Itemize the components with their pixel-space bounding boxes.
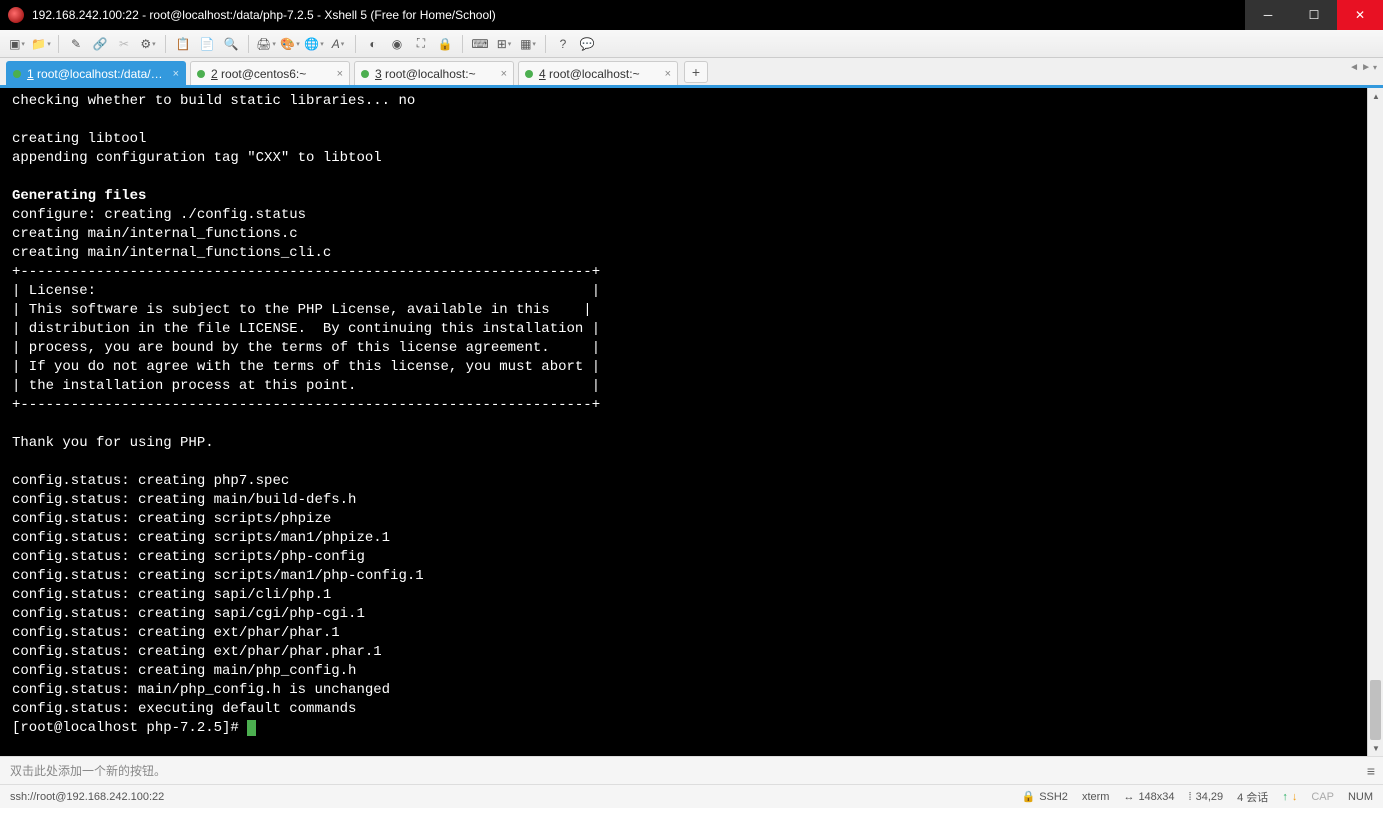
print-button[interactable]: 🖨▾ — [255, 33, 277, 55]
encoding-button[interactable]: 🌐▾ — [303, 33, 325, 55]
scroll-down-button[interactable]: ▼ — [1368, 740, 1383, 756]
terminal-area: checking whether to build static librari… — [0, 86, 1383, 756]
tab-close-button[interactable]: × — [501, 68, 507, 80]
status-sessions: 4 会话 — [1237, 789, 1268, 805]
status-position: ⁞34,29 — [1189, 791, 1224, 803]
scroll-up-button[interactable]: ▲ — [1368, 88, 1383, 104]
window-title: 192.168.242.100:22 - root@localhost:/dat… — [32, 8, 1245, 22]
upload-icon: ↑ — [1282, 791, 1288, 803]
size-icon: ↔ — [1123, 791, 1134, 803]
tab-close-button[interactable]: × — [173, 68, 179, 80]
paste-button[interactable]: 📄 — [196, 33, 218, 55]
scroll-thumb[interactable] — [1370, 680, 1381, 740]
tab-label: 2 root@centos6:~ — [211, 67, 333, 81]
tab-close-button[interactable]: × — [665, 68, 671, 80]
font-button[interactable]: A▾ — [327, 33, 349, 55]
tab-menu-icon[interactable]: ▾ — [1373, 63, 1377, 72]
status-term: xterm — [1082, 791, 1110, 803]
status-protocol: 🔒SSH2 — [1021, 790, 1067, 803]
quickbar-hint: 双击此处添加一个新的按钮。 — [10, 762, 166, 779]
terminal-heading: Generating files — [12, 188, 146, 204]
status-connection: ssh://root@192.168.242.100:22 — [10, 791, 1007, 803]
maximize-button[interactable]: ☐ — [1291, 0, 1337, 30]
session-tab-4[interactable]: 4 root@localhost:~ × — [518, 61, 678, 85]
tab-next-icon[interactable]: ► — [1361, 62, 1371, 73]
disconnect-button[interactable]: ✂ — [113, 33, 135, 55]
find-button[interactable]: 🔍 — [220, 33, 242, 55]
fullscreen-button[interactable]: ⛶ — [410, 33, 432, 55]
highlight-button[interactable]: ✎ — [65, 33, 87, 55]
lock-button[interactable]: 🔒 — [434, 33, 456, 55]
connection-status-icon — [13, 70, 21, 78]
download-icon: ↓ — [1292, 791, 1298, 803]
connection-status-icon — [525, 70, 533, 78]
keyboard-button[interactable]: ⌨ — [469, 33, 491, 55]
link-button[interactable]: 🔗 — [89, 33, 111, 55]
separator — [355, 35, 356, 53]
app-icon — [8, 7, 24, 23]
status-bar: ssh://root@192.168.242.100:22 🔒SSH2 xter… — [0, 784, 1383, 808]
properties-button[interactable]: ⚙▾ — [137, 33, 159, 55]
terminal-output: configure: creating ./config.status crea… — [12, 207, 600, 717]
status-transfer: ↑↓ — [1282, 791, 1297, 803]
cursor-pos-icon: ⁞ — [1189, 791, 1192, 803]
layout-button[interactable]: ▦▾ — [517, 33, 539, 55]
new-session-button[interactable]: ▣▾ — [6, 33, 28, 55]
separator — [545, 35, 546, 53]
open-button[interactable]: 📁▾ — [30, 33, 52, 55]
terminal-output: checking whether to build static librari… — [12, 93, 415, 166]
separator — [462, 35, 463, 53]
title-bar: 192.168.242.100:22 - root@localhost:/dat… — [0, 0, 1383, 30]
tab-bar: 1 root@localhost:/data/php-...×2 root@ce… — [0, 58, 1383, 86]
connection-status-icon — [361, 70, 369, 78]
close-button[interactable]: ✕ — [1337, 0, 1383, 30]
terminal[interactable]: checking whether to build static librari… — [0, 88, 1367, 756]
minimize-button[interactable]: ─ — [1245, 0, 1291, 30]
session-tab-2[interactable]: 2 root@centos6:~ × — [190, 61, 350, 85]
tab-label: 4 root@localhost:~ — [539, 67, 661, 81]
separator — [165, 35, 166, 53]
status-size: ↔148x34 — [1123, 791, 1174, 803]
tab-label: 3 root@localhost:~ — [375, 67, 497, 81]
connection-status-icon — [197, 70, 205, 78]
separator — [58, 35, 59, 53]
scrollbar[interactable]: ▲ ▼ — [1367, 88, 1383, 756]
status-num: NUM — [1348, 791, 1373, 803]
feedback-button[interactable]: 💬 — [576, 33, 598, 55]
add-panel-button[interactable]: ⊞▾ — [493, 33, 515, 55]
help-button[interactable]: ? — [552, 33, 574, 55]
session-tab-3[interactable]: 3 root@localhost:~ × — [354, 61, 514, 85]
cursor — [247, 720, 256, 736]
color-button[interactable]: 🎨▾ — [279, 33, 301, 55]
tab-label: 1 root@localhost:/data/php-... — [27, 67, 169, 81]
scroll-track[interactable] — [1368, 104, 1383, 740]
tab-close-button[interactable]: × — [337, 68, 343, 80]
add-tab-button[interactable]: + — [684, 61, 708, 83]
session-tab-1[interactable]: 1 root@localhost:/data/php-... × — [6, 61, 186, 85]
terminal-prompt: [root@localhost php-7.2.5]# — [12, 720, 247, 736]
separator — [248, 35, 249, 53]
tab-prev-icon[interactable]: ◄ — [1349, 62, 1359, 73]
toolbar: ▣▾ 📁▾ ✎ 🔗 ✂ ⚙▾ 📋 📄 🔍 🖨▾ 🎨▾ 🌐▾ A▾ ◐ ◉ ⛶ 🔒… — [0, 30, 1383, 58]
copy-button[interactable]: 📋 — [172, 33, 194, 55]
compass-button[interactable]: ◉ — [386, 33, 408, 55]
status-caps: CAP — [1311, 791, 1334, 803]
quick-command-bar[interactable]: 双击此处添加一个新的按钮。 ≡ — [0, 756, 1383, 784]
toggle1-button[interactable]: ◐ — [362, 33, 384, 55]
tab-nav[interactable]: ◄ ► ▾ — [1349, 62, 1377, 73]
quickbar-menu-icon[interactable]: ≡ — [1367, 763, 1375, 779]
lock-icon: 🔒 — [1021, 790, 1035, 803]
